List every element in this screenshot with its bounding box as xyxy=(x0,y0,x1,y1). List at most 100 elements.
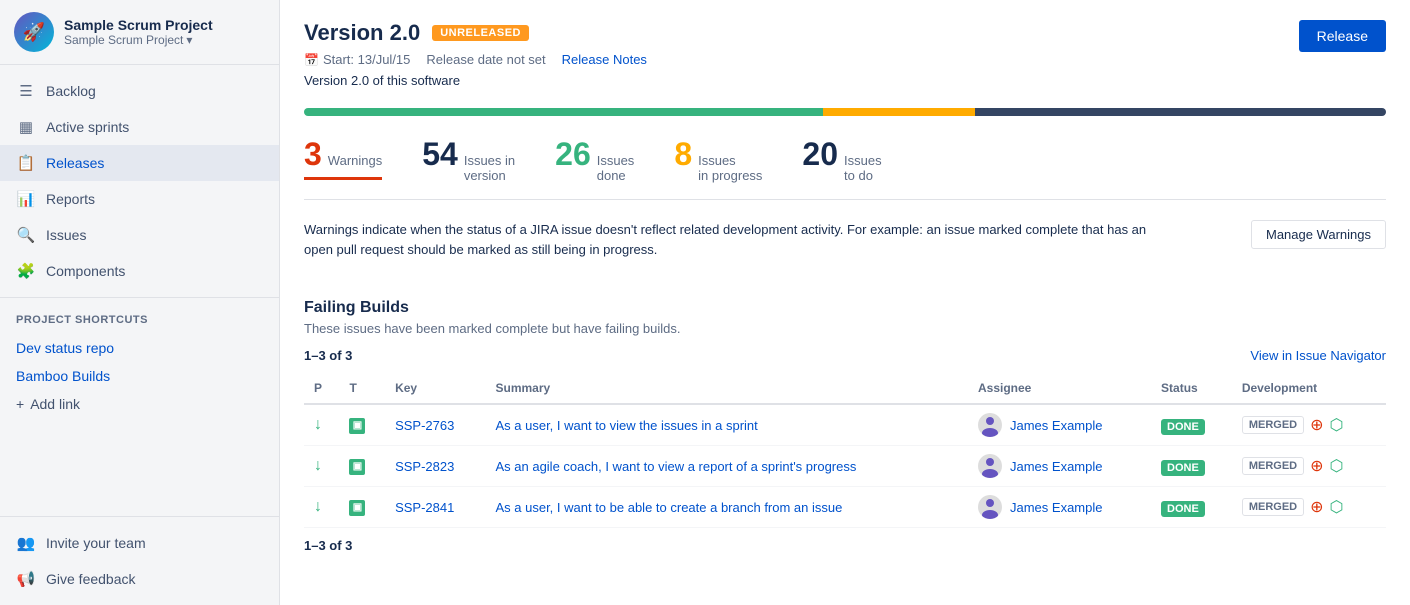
merged-badge: MERGED xyxy=(1242,457,1304,475)
col-header-assignee: Assignee xyxy=(968,373,1151,404)
failing-builds-desc: These issues have been marked complete b… xyxy=(304,321,1386,336)
assignee-cell: James Example xyxy=(968,446,1151,487)
manage-warnings-button[interactable]: Manage Warnings xyxy=(1251,220,1386,249)
type-cell: ▣ xyxy=(339,487,385,528)
sidebar-item-reports[interactable]: 📊 Reports xyxy=(0,181,279,217)
status-badge: DONE xyxy=(1161,460,1205,476)
issue-summary-link[interactable]: As an agile coach, I want to view a repo… xyxy=(495,459,856,474)
version-description: Version 2.0 of this software xyxy=(304,73,647,88)
give-feedback-button[interactable]: 📢 Give feedback xyxy=(0,561,279,597)
warnings-label: Warnings xyxy=(328,153,382,168)
issue-summary-link[interactable]: As a user, I want to view the issues in … xyxy=(495,418,757,433)
col-header-summary: Summary xyxy=(485,373,968,404)
releases-icon: 📋 xyxy=(16,153,36,173)
assignee-name[interactable]: James Example xyxy=(1010,500,1102,515)
col-header-type: T xyxy=(339,373,385,404)
type-cell: ▣ xyxy=(339,404,385,446)
pagination-bottom: 1–3 of 3 xyxy=(304,538,352,553)
version-title-row: Version 2.0 UNRELEASED xyxy=(304,20,647,46)
sidebar-item-label: Reports xyxy=(46,191,95,207)
issue-summary-link[interactable]: As a user, I want to be able to create a… xyxy=(495,500,842,515)
assignee-avatar xyxy=(978,454,1002,478)
shortcut-dev-status-repo[interactable]: Dev status repo xyxy=(0,334,279,362)
release-notes-link[interactable]: Release Notes xyxy=(562,52,647,67)
table-row: ↓ ▣ SSP-2763 As a user, I want to view t… xyxy=(304,404,1386,446)
plus-icon: + xyxy=(16,396,24,412)
sidebar-item-issues[interactable]: 🔍 Issues xyxy=(0,217,279,253)
components-icon: 🧩 xyxy=(16,261,36,281)
stat-issues-todo[interactable]: 20 Issues to do xyxy=(802,136,881,183)
col-header-priority: P xyxy=(304,373,339,404)
col-header-development: Development xyxy=(1232,373,1386,404)
release-button[interactable]: Release xyxy=(1299,20,1386,52)
calendar-icon: 📅 xyxy=(304,53,319,67)
assignee-avatar xyxy=(978,413,1002,437)
warnings-description: Warnings indicate when the status of a J… xyxy=(304,220,1154,259)
sidebar-item-releases[interactable]: 📋 Releases xyxy=(0,145,279,181)
sidebar-nav: ☰ Backlog ▦ Active sprints 📋 Releases 📊 … xyxy=(0,65,279,516)
project-name: Sample Scrum Project xyxy=(64,17,213,33)
todo-label-2: to do xyxy=(844,168,882,183)
type-cell: ▣ xyxy=(339,446,385,487)
sidebar-item-label: Issues xyxy=(46,227,86,243)
stat-issues-done[interactable]: 26 Issues done xyxy=(555,136,634,183)
sidebar-item-backlog[interactable]: ☰ Backlog xyxy=(0,73,279,109)
pagination-top: 1–3 of 3 xyxy=(304,348,352,363)
issue-key-link[interactable]: SSP-2823 xyxy=(395,459,454,474)
release-date: Release date not set xyxy=(426,52,545,67)
stat-issues-inprogress[interactable]: 8 Issues in progress xyxy=(674,136,762,183)
project-header[interactable]: 🚀 Sample Scrum Project Sample Scrum Proj… xyxy=(0,0,279,65)
table-header: P T Key Summary Assignee Status Developm… xyxy=(304,373,1386,404)
invite-icon: 👥 xyxy=(16,533,36,553)
stat-warnings[interactable]: 3 Warnings xyxy=(304,136,382,180)
invite-team-button[interactable]: 👥 Invite your team xyxy=(0,525,279,561)
key-cell: SSP-2763 xyxy=(385,404,485,446)
dev-warning-icon: ⊕ xyxy=(1310,415,1323,435)
priority-icon: ↓ xyxy=(314,498,322,515)
dev-warning-icon: ⊕ xyxy=(1310,497,1323,517)
sidebar-item-components[interactable]: 🧩 Components xyxy=(0,253,279,289)
pagination-row-top: 1–3 of 3 View in Issue Navigator xyxy=(304,348,1386,363)
assignee-name[interactable]: James Example xyxy=(1010,459,1102,474)
shortcut-bamboo-builds[interactable]: Bamboo Builds xyxy=(0,362,279,390)
type-icon: ▣ xyxy=(349,418,365,434)
priority-cell: ↓ xyxy=(304,446,339,487)
done-count: 26 xyxy=(555,136,591,173)
sidebar-item-label: Releases xyxy=(46,155,104,171)
priority-icon: ↓ xyxy=(314,457,322,474)
development-cell: MERGED ⊕ ⬡ xyxy=(1232,404,1386,446)
progress-bar xyxy=(304,108,1386,116)
issue-key-link[interactable]: SSP-2763 xyxy=(395,418,454,433)
sidebar-bottom: 👥 Invite your team 📢 Give feedback xyxy=(0,516,279,605)
assignee-name[interactable]: James Example xyxy=(1010,418,1102,433)
feedback-icon: 📢 xyxy=(16,569,36,589)
pagination-row-bottom: 1–3 of 3 xyxy=(304,538,1386,553)
sidebar-item-label: Backlog xyxy=(46,83,96,99)
add-link-button[interactable]: + Add link xyxy=(0,390,279,418)
nav-divider xyxy=(0,297,279,298)
start-date: 📅 Start: 13/Jul/15 xyxy=(304,52,410,67)
main-header: Version 2.0 UNRELEASED 📅 Start: 13/Jul/1… xyxy=(304,20,1386,88)
issues-icon: 🔍 xyxy=(16,225,36,245)
status-cell: DONE xyxy=(1151,404,1232,446)
status-cell: DONE xyxy=(1151,446,1232,487)
project-sub: Sample Scrum Project ▾ xyxy=(64,33,213,47)
key-cell: SSP-2841 xyxy=(385,487,485,528)
progress-done xyxy=(304,108,823,116)
view-in-navigator-link[interactable]: View in Issue Navigator xyxy=(1250,348,1386,363)
key-cell: SSP-2823 xyxy=(385,446,485,487)
sidebar-item-label: Components xyxy=(46,263,125,279)
progress-todo xyxy=(975,108,1386,116)
issue-key-link[interactable]: SSP-2841 xyxy=(395,500,454,515)
done-label-1: Issues xyxy=(597,153,635,168)
shortcuts-title: PROJECT SHORTCUTS xyxy=(0,306,279,334)
table-row: ↓ ▣ SSP-2841 As a user, I want to be abl… xyxy=(304,487,1386,528)
issues-count: 54 xyxy=(422,136,458,173)
failing-builds-section: Failing Builds These issues have been ma… xyxy=(304,299,1386,553)
stat-issues-in-version[interactable]: 54 Issues in version xyxy=(422,136,515,183)
reports-icon: 📊 xyxy=(16,189,36,209)
inprogress-label-1: Issues xyxy=(698,153,762,168)
warnings-section: Warnings indicate when the status of a J… xyxy=(304,220,1386,279)
sidebar-item-active-sprints[interactable]: ▦ Active sprints xyxy=(0,109,279,145)
summary-cell: As a user, I want to be able to create a… xyxy=(485,487,968,528)
